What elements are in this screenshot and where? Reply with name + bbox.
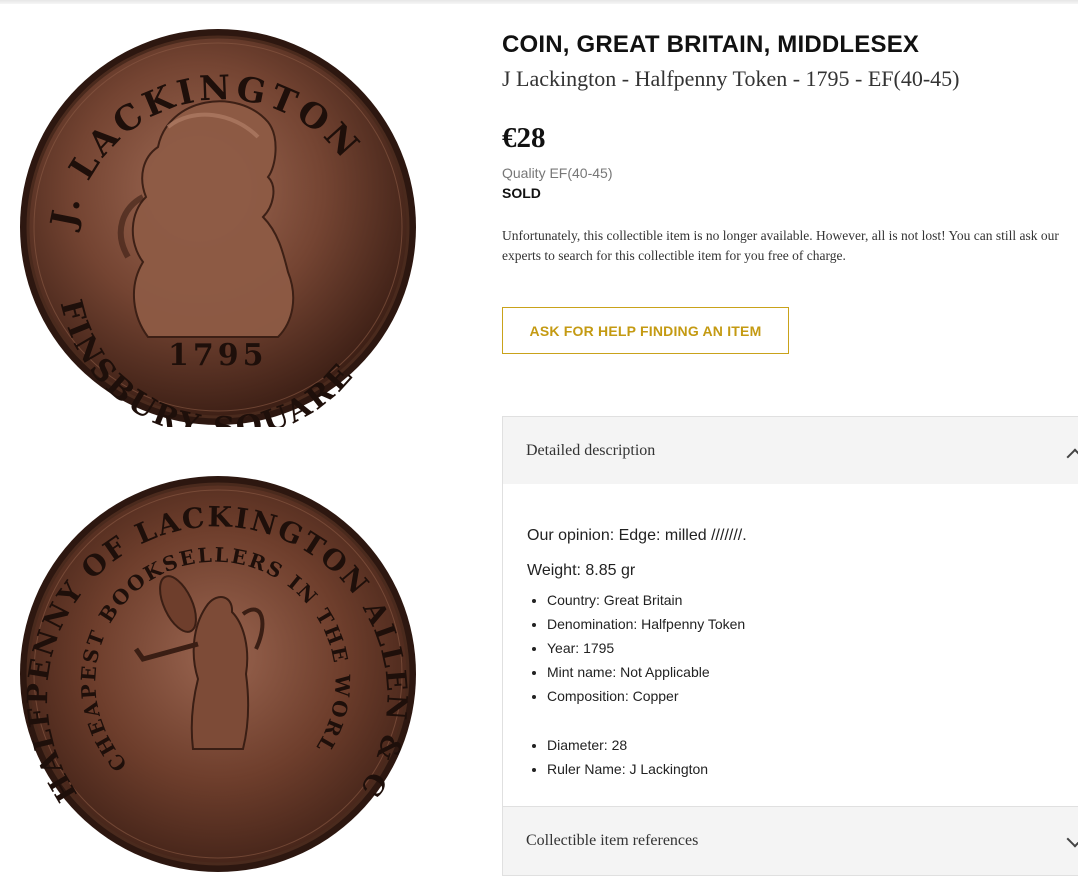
our-opinion: Our opinion: Edge: milled ///////. xyxy=(527,527,747,544)
obverse-date: 1795 xyxy=(168,338,268,373)
product-quality: Quality EF(40-45) xyxy=(502,165,613,181)
attribute-list: Country: Great Britain Denomination: Hal… xyxy=(527,588,745,708)
product-info: COIN, GREAT BRITAIN, MIDDLESEX J Lacking… xyxy=(502,0,1078,884)
sold-status: SOLD xyxy=(502,185,541,201)
product-title: COIN, GREAT BRITAIN, MIDDLESEX xyxy=(502,31,920,58)
notice-line-2: experts to search for this collectible i… xyxy=(502,248,846,263)
detailed-description-title: Detailed description xyxy=(526,441,656,459)
list-item: Diameter: 28 xyxy=(547,733,708,757)
product-subtitle: J Lackington - Halfpenny Token - 1795 - … xyxy=(502,66,960,91)
references-title: Collectible item references xyxy=(526,832,699,849)
coin-reverse-image[interactable]: HALFPENNY OF LACKINGTON ALLEN & CO CHEAP… xyxy=(18,474,418,874)
detailed-description-header[interactable]: Detailed description xyxy=(503,417,1078,484)
list-item: Denomination: Halfpenny Token xyxy=(547,612,745,636)
product-price: €28 xyxy=(502,122,546,154)
unavailable-notice: Unfortunately, this collectible item is … xyxy=(502,226,1078,266)
weight: Weight: 8.85 gr xyxy=(527,562,636,579)
notice-line-1: Unfortunately, this collectible item is … xyxy=(502,228,1059,243)
coin-obverse-image[interactable]: J. LACKINGTON FINSBURY SQUARE 1795 xyxy=(18,27,418,427)
chevron-up-icon[interactable] xyxy=(1066,448,1078,466)
references-panel: Collectible item references xyxy=(502,806,1078,876)
list-item: Year: 1795 xyxy=(547,636,745,660)
list-item: Ruler Name: J Lackington xyxy=(547,757,708,781)
references-header[interactable]: Collectible item references xyxy=(503,807,1078,875)
list-item: Country: Great Britain xyxy=(547,588,745,612)
list-item: Mint name: Not Applicable xyxy=(547,660,745,684)
list-item: Composition: Copper xyxy=(547,684,745,708)
attribute-list-extra: Diameter: 28 Ruler Name: J Lackington xyxy=(527,733,708,781)
ask-for-help-button[interactable]: ASK FOR HELP FINDING AN ITEM xyxy=(502,307,789,354)
chevron-down-icon[interactable] xyxy=(1066,830,1078,848)
